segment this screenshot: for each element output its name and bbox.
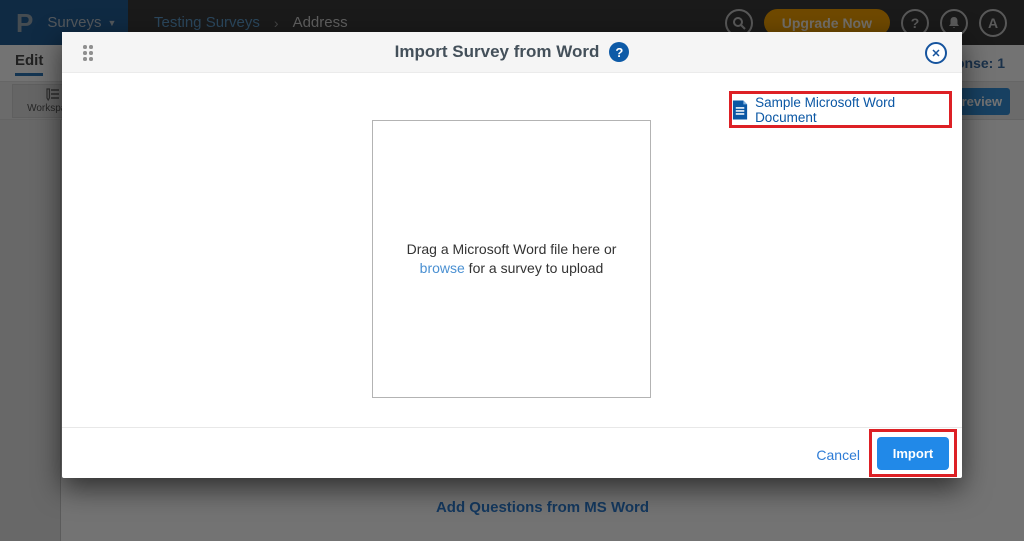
sample-word-document-link-label: Sample Microsoft Word Document bbox=[755, 95, 949, 125]
file-dropzone[interactable]: Drag a Microsoft Word file here or brows… bbox=[372, 120, 651, 398]
import-button[interactable]: Import bbox=[877, 437, 949, 470]
footer-divider bbox=[62, 427, 962, 428]
dropzone-text-line1: Drag a Microsoft Word file here or bbox=[407, 240, 617, 259]
browse-link[interactable]: browse bbox=[420, 260, 465, 276]
cancel-button[interactable]: Cancel bbox=[816, 447, 860, 463]
annotation-highlight-sample-link: Sample Microsoft Word Document bbox=[729, 91, 952, 128]
dropzone-text-line2-rest: for a survey to upload bbox=[465, 260, 604, 276]
import-survey-modal: Import Survey from Word ? ✕ Sample Micro… bbox=[62, 32, 962, 478]
modal-header: Import Survey from Word ? ✕ bbox=[62, 32, 962, 73]
dropzone-text-line2: browse for a survey to upload bbox=[420, 259, 604, 278]
close-icon[interactable]: ✕ bbox=[925, 42, 947, 64]
modal-help-icon[interactable]: ? bbox=[609, 42, 629, 62]
word-document-icon bbox=[732, 100, 748, 120]
modal-title: Import Survey from Word bbox=[395, 42, 600, 62]
sample-word-document-link[interactable]: Sample Microsoft Word Document bbox=[732, 95, 949, 125]
annotation-highlight-import-button: Import bbox=[869, 429, 957, 477]
drag-handle-icon[interactable] bbox=[83, 45, 93, 61]
